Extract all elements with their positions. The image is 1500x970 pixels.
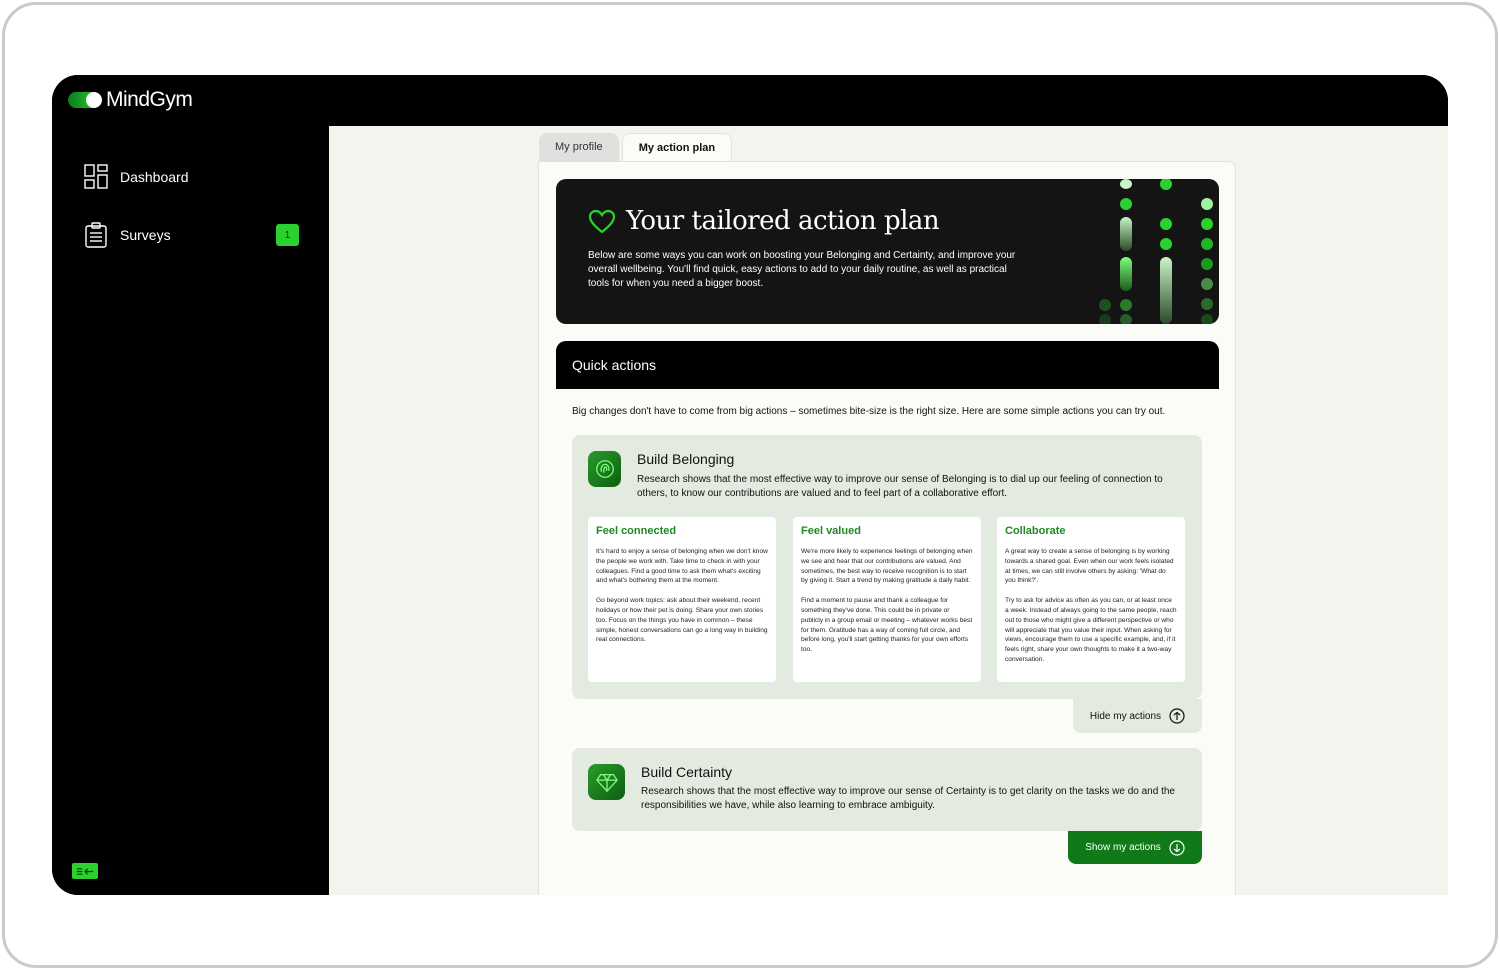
action-feel-valued: Feel valued We're more likely to experie… bbox=[793, 517, 981, 682]
main-content: My profile My action plan Your tailored … bbox=[329, 126, 1448, 895]
button-label: Show my actions bbox=[1085, 842, 1161, 853]
tab-my-profile[interactable]: My profile bbox=[539, 133, 619, 161]
action-feel-connected: Feel connected It's hard to enjoy a sens… bbox=[588, 517, 776, 682]
action-text: Find a moment to pause and thank a colle… bbox=[801, 597, 973, 654]
action-title: Collaborate bbox=[1005, 525, 1066, 537]
decorative-dots bbox=[1099, 179, 1213, 324]
show-my-actions-button[interactable]: Show my actions bbox=[1068, 831, 1202, 864]
hero-description: Below are some ways you can work on boos… bbox=[588, 250, 1016, 289]
fingerprint-icon bbox=[588, 451, 621, 487]
quick-actions-header: Quick actions bbox=[556, 341, 1219, 389]
sidebar-item-surveys[interactable]: Surveys bbox=[84, 222, 171, 248]
build-belonging-card: Build Belonging Research shows that the … bbox=[572, 435, 1202, 699]
action-title: Feel connected bbox=[596, 525, 677, 537]
card-description: Research shows that the most effective w… bbox=[637, 474, 1163, 499]
arrow-up-circle-icon bbox=[1169, 708, 1185, 724]
action-text: It's hard to enjoy a sense of belonging … bbox=[596, 548, 768, 585]
logo-mark-icon bbox=[68, 92, 102, 108]
action-plan-panel: Your tailored action plan Below are some… bbox=[538, 161, 1236, 895]
dashboard-icon bbox=[84, 164, 108, 189]
build-certainty-card: Build Certainty Research shows that the … bbox=[572, 748, 1202, 831]
clipboard-icon bbox=[85, 222, 107, 248]
action-text: Go beyond work topics: ask about their w… bbox=[596, 597, 768, 644]
gem-icon bbox=[588, 764, 625, 800]
card-title: Build Certainty bbox=[641, 764, 733, 780]
action-collaborate: Collaborate A great way to create a sens… bbox=[997, 517, 1185, 682]
heart-icon bbox=[588, 209, 616, 234]
hero-title: Your tailored action plan bbox=[626, 206, 940, 236]
arrow-down-circle-icon bbox=[1169, 839, 1185, 856]
sidebar-item-dashboard[interactable]: Dashboard bbox=[84, 164, 189, 190]
card-description: Research shows that the most effective w… bbox=[641, 786, 1175, 811]
tab-my-action-plan[interactable]: My action plan bbox=[621, 133, 733, 161]
hide-my-actions-button[interactable]: Hide my actions bbox=[1073, 699, 1202, 733]
collapse-sidebar-icon bbox=[76, 867, 94, 875]
collapse-sidebar-button[interactable] bbox=[72, 863, 98, 879]
sidebar-item-label: Surveys bbox=[120, 227, 171, 243]
tab-bar: My profile My action plan bbox=[539, 133, 735, 161]
hero-banner: Your tailored action plan Below are some… bbox=[556, 179, 1219, 324]
action-text: We're more likely to experience feelings… bbox=[801, 548, 973, 585]
action-text: Try to ask for advice as often as you ca… bbox=[1005, 597, 1177, 663]
sidebar: Dashboard Surveys 1 bbox=[52, 126, 329, 895]
logo[interactable]: MindGym bbox=[68, 88, 193, 112]
action-text: A great way to create a sense of belongi… bbox=[1005, 548, 1174, 585]
top-bar: MindGym bbox=[52, 75, 1448, 126]
quick-actions-intro: Big changes don't have to come from big … bbox=[572, 406, 1166, 417]
sidebar-item-label: Dashboard bbox=[120, 169, 189, 185]
button-label: Hide my actions bbox=[1089, 710, 1162, 722]
logo-text: MindGym bbox=[106, 88, 193, 111]
card-title: Build Belonging bbox=[637, 451, 735, 467]
action-title: Feel valued bbox=[801, 525, 861, 537]
surveys-count-badge: 1 bbox=[276, 224, 299, 246]
app-window: MindGym Dashboard Surveys 1 My profile M… bbox=[52, 75, 1448, 895]
